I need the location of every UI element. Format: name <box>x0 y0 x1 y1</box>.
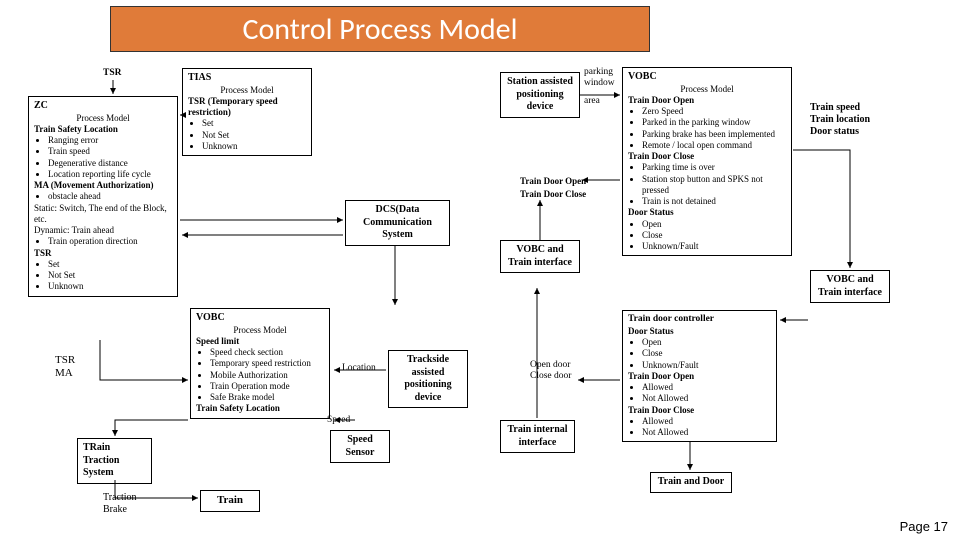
box-traction-system: TRain Traction System <box>77 438 152 484</box>
box-vobc-train-iface-mid: VOBC and Train interface <box>500 240 580 273</box>
label-parking-area: area <box>584 96 600 107</box>
box-trackside: Trackside assisted positioning device <box>388 350 468 408</box>
box-vobc-left: VOBC Process Model Speed limit Speed che… <box>190 308 330 419</box>
box-station-assist: Station assisted positioning device <box>500 72 580 118</box>
label-train-outputs: Train speed Train location Door status <box>810 102 870 138</box>
label-train-door-close: Train Door Close <box>520 189 586 200</box>
label-traction-brake: Traction Brake <box>103 492 137 516</box>
box-zc: ZC Process Model Train Safety Location R… <box>28 96 178 297</box>
page-number: Page 17 <box>900 519 948 534</box>
box-train-internal: Train internal interface <box>500 420 575 453</box>
box-dcs: DCS(Data Communication System <box>345 200 450 246</box>
label-tsr-ma: TSR MA <box>55 354 75 380</box>
label-open-close-door: Open door Close door <box>530 360 571 383</box>
label-parking-window: parking window <box>584 67 615 90</box>
box-train: Train <box>200 490 260 512</box>
box-train-and-door: Train and Door <box>650 472 732 493</box>
box-door-controller: Train door controller Door Status Open C… <box>622 310 777 442</box>
label-location: Location <box>342 363 376 374</box>
box-tias: TIAS Process Model TSR (Temporary speed … <box>182 68 312 156</box>
label-tsr: TSR <box>103 68 121 79</box>
label-speed: Speed <box>327 415 350 426</box>
box-speed-sensor: Speed Sensor <box>330 430 390 463</box>
box-vobc-right: VOBC Process Model Train Door Open Zero … <box>622 67 792 256</box>
box-vobc-train-iface-right: VOBC and Train interface <box>810 270 890 303</box>
page-title: Control Process Model <box>110 6 650 52</box>
label-train-door-open: Train Door Open <box>520 176 586 187</box>
